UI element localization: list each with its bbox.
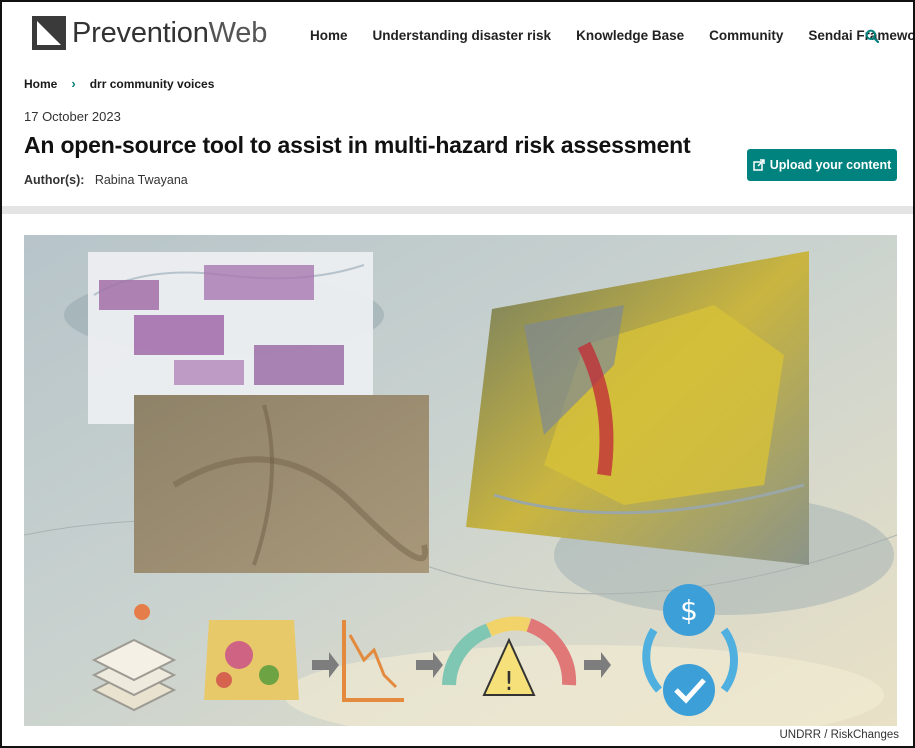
hero-illustration: ! $ (24, 235, 897, 726)
page-title: An open-source tool to assist in multi-h… (24, 132, 691, 158)
breadcrumb: Home › drr community voices (24, 76, 214, 91)
svg-text:$: $ (680, 594, 698, 627)
map-icon (204, 620, 299, 700)
author-label: Author(s): (24, 173, 85, 187)
logo-text-sub: Web (208, 16, 268, 49)
nav-understanding-disaster-risk[interactable]: Understanding disaster risk (373, 28, 552, 43)
prevention-web-logo[interactable]: PreventionWeb (32, 16, 267, 50)
breadcrumb-current[interactable]: drr community voices (90, 77, 215, 91)
main-nav: Home Understanding disaster risk Knowled… (310, 28, 913, 43)
nav-knowledge-base[interactable]: Knowledge Base (576, 28, 684, 43)
aerial-photo (134, 395, 429, 573)
nav-community[interactable]: Community (709, 28, 783, 43)
breadcrumb-home[interactable]: Home (24, 77, 57, 91)
chevron-right-icon: › (71, 76, 76, 91)
nav-home[interactable]: Home (310, 28, 348, 43)
upload-icon (752, 159, 765, 171)
article-author: Author(s): Rabina Twayana (24, 173, 188, 187)
author-name[interactable]: Rabina Twayana (95, 173, 188, 187)
logo-text-main: Prevention (72, 16, 209, 49)
image-credit: UNDRR / RiskChanges (779, 729, 899, 741)
logo-mark-icon (32, 16, 66, 50)
page: PreventionWeb Home Understanding disaste… (0, 0, 915, 748)
upload-button-label: Upload your content (769, 158, 892, 172)
article-date: 17 October 2023 (24, 109, 121, 124)
upload-content-button[interactable]: Upload your content (747, 149, 897, 181)
search-icon[interactable] (865, 29, 879, 43)
check-icon (663, 664, 715, 716)
svg-text:!: ! (504, 667, 514, 697)
hero-image: ! $ (24, 235, 897, 726)
section-divider (2, 206, 913, 214)
nav-sendai-framework[interactable]: Sendai Framework (808, 28, 913, 43)
dollar-icon: $ (663, 584, 715, 636)
